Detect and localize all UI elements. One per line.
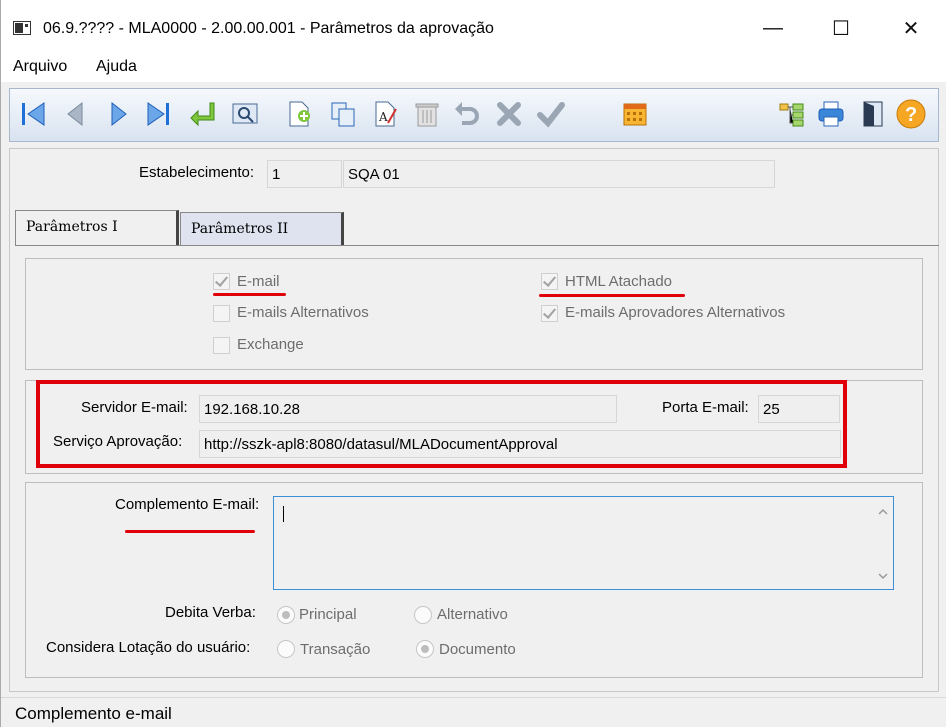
email-label: E-mail: [237, 273, 280, 290]
scroll-down-icon: [878, 573, 888, 580]
ok-icon[interactable]: [534, 97, 568, 131]
considera-documento-label: Documento: [439, 641, 516, 658]
search-icon[interactable]: [228, 97, 262, 131]
considera-transacao-label: Transação: [300, 641, 371, 658]
estab-name-field[interactable]: SQA 01: [343, 160, 775, 188]
window-title: 06.9.???? - MLA0000 - 2.00.00.001 - Parâ…: [43, 20, 494, 37]
help-icon[interactable]: ?: [894, 97, 928, 131]
last-icon[interactable]: [142, 97, 176, 131]
tab-divider: [15, 245, 939, 246]
close-button[interactable]: ✕: [881, 10, 941, 46]
copy-icon[interactable]: [326, 97, 360, 131]
exchange-label: Exchange: [237, 336, 304, 353]
application-window: 06.9.???? - MLA0000 - 2.00.00.001 - Parâ…: [0, 0, 946, 727]
debita-alternativo-label: Alternativo: [437, 606, 508, 623]
toolbar: A ?: [9, 88, 939, 142]
calendar-icon[interactable]: [618, 97, 652, 131]
email-checkbox[interactable]: [213, 273, 230, 290]
debita-alternativo-radio[interactable]: [414, 606, 432, 624]
emails-aprov-alt-label: E-mails Aprovadores Alternativos: [565, 304, 786, 321]
add-icon[interactable]: [282, 97, 316, 131]
delete-icon[interactable]: [410, 97, 444, 131]
cancel-icon[interactable]: [492, 97, 526, 131]
emails-alt-checkbox[interactable]: [213, 305, 230, 322]
debita-principal-radio[interactable]: [277, 606, 295, 624]
text-caret: [283, 506, 284, 522]
menu-ajuda[interactable]: Ajuda: [96, 58, 137, 76]
debita-principal-label: Principal: [299, 606, 357, 623]
email-underline-annotation: [213, 293, 286, 296]
emails-alt-label: E-mails Alternativos: [237, 304, 369, 321]
status-text: Complemento e-mail: [15, 704, 172, 723]
status-bar: Complemento e-mail: [1, 697, 946, 727]
html-underline-annotation: [539, 294, 685, 297]
undo-icon[interactable]: [450, 97, 484, 131]
app-icon: [13, 21, 31, 35]
menu-arquivo[interactable]: Arquivo: [13, 58, 67, 76]
minimize-button[interactable]: —: [743, 10, 803, 46]
exchange-checkbox[interactable]: [213, 337, 230, 354]
vertical-scrollbar[interactable]: [874, 498, 892, 588]
emails-aprov-alt-checkbox[interactable]: [541, 305, 558, 322]
estab-label: Estabelecimento:: [139, 164, 255, 181]
goto-icon[interactable]: [186, 97, 220, 131]
scroll-up-icon: [878, 508, 888, 515]
maximize-button[interactable]: ☐: [811, 10, 871, 46]
estab-code-field[interactable]: 1: [267, 160, 342, 188]
menu-bar: Arquivo Ajuda: [1, 56, 946, 82]
svg-text:A: A: [378, 110, 388, 124]
exit-icon[interactable]: [856, 97, 890, 131]
title-bar: 06.9.???? - MLA0000 - 2.00.00.001 - Parâ…: [1, 0, 946, 56]
considera-transacao-radio[interactable]: [277, 640, 295, 658]
print-icon[interactable]: [814, 97, 848, 131]
options-group: [25, 258, 923, 370]
server-highlight-annotation: [36, 380, 847, 468]
tab-parametros-2[interactable]: Parâmetros II: [180, 212, 344, 246]
considera-documento-radio[interactable]: [416, 640, 434, 658]
prev-icon[interactable]: [58, 97, 92, 131]
tab-parametros-1[interactable]: Parâmetros I: [15, 210, 179, 246]
html-attached-checkbox[interactable]: [541, 273, 558, 290]
debita-label: Debita Verba:: [165, 604, 256, 621]
html-attached-label: HTML Atachado: [565, 273, 672, 290]
complement-textarea[interactable]: [273, 496, 894, 590]
complement-label: Complemento E-mail:: [115, 496, 260, 513]
first-icon[interactable]: [16, 97, 50, 131]
complement-underline-annotation: [125, 530, 255, 533]
edit-icon[interactable]: A: [368, 97, 402, 131]
considera-label: Considera Lotação do usuário:: [46, 639, 251, 656]
next-icon[interactable]: [102, 97, 136, 131]
tree-icon[interactable]: [774, 97, 808, 131]
svg-text:?: ?: [905, 104, 917, 126]
